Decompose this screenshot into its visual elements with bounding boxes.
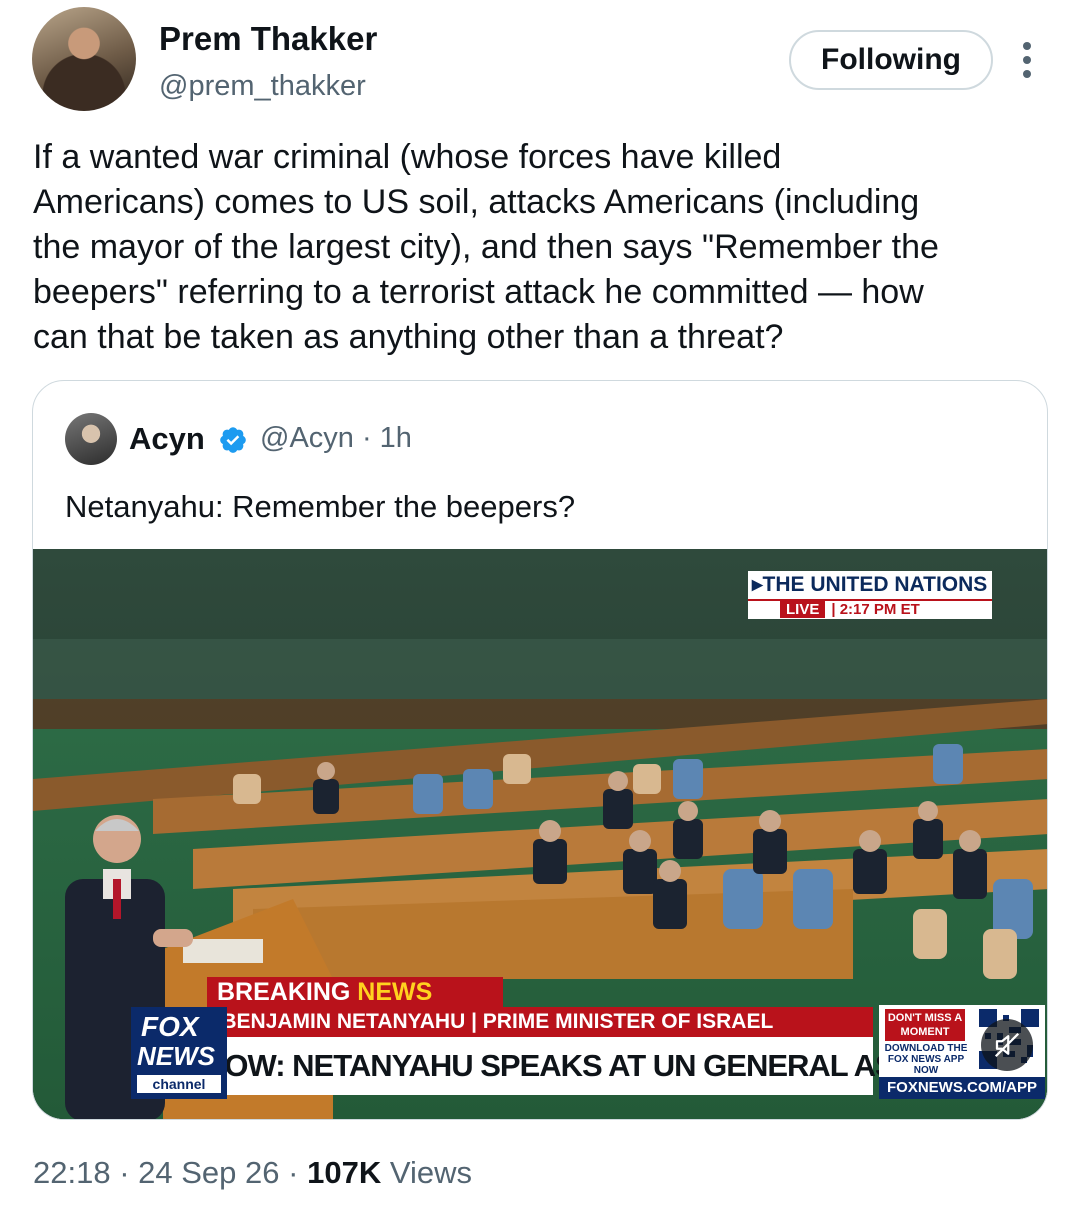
news-word: NEWS xyxy=(357,978,433,1006)
quoted-tweet-text: Netanyahu: Remember the beepers? xyxy=(65,489,576,524)
mute-toggle-button[interactable] xyxy=(981,1019,1033,1071)
meta-separator: · xyxy=(119,1155,130,1190)
tweet-time[interactable]: 22:18 xyxy=(33,1155,111,1190)
quoted-tweet-card[interactable]: Acyn @Acyn · 1h Netanyahu: Remember the … xyxy=(32,380,1048,1120)
live-label: LIVE xyxy=(780,601,826,618)
muted-speaker-icon xyxy=(994,1032,1020,1058)
promo-url: FOXNEWS.COM/APP xyxy=(879,1077,1045,1099)
quoted-author-name[interactable]: Acyn xyxy=(129,421,205,457)
promo-download: DOWNLOAD THE FOX NEWS APP NOW xyxy=(884,1043,968,1076)
un-live-time: LIVE | 2:17 PM ET xyxy=(748,599,992,619)
breaking-word: BREAKING xyxy=(217,978,351,1006)
author-name[interactable]: Prem Thakker xyxy=(159,20,377,58)
promo-tagline: DON'T MISS A MOMENT xyxy=(885,1009,965,1041)
author-handle[interactable]: @prem_thakker xyxy=(159,70,366,103)
quoted-author-handle[interactable]: @Acyn · 1h xyxy=(260,422,412,455)
tweet-date[interactable]: 24 Sep 26 xyxy=(138,1155,279,1190)
verified-badge-icon xyxy=(220,427,246,453)
views-count[interactable]: 107K xyxy=(307,1155,381,1190)
speaker-subtitle: ▸ BENJAMIN NETANYAHU | PRIME MINISTER OF… xyxy=(193,1007,873,1037)
un-live-banner: ▸THE UNITED NATIONS LIVE | 2:17 PM ET xyxy=(748,571,992,619)
meta-separator: · xyxy=(288,1155,299,1190)
fox-logo-line3: channel xyxy=(137,1075,221,1093)
author-avatar[interactable] xyxy=(32,7,136,111)
news-lower-third: BREAKING NEWS ▸ BENJAMIN NETANYAHU | PRI… xyxy=(81,969,1045,1119)
news-headline: NOW: NETANYAHU SPEAKS AT UN GENERAL ASSE… xyxy=(193,1037,1016,1095)
more-options-icon[interactable] xyxy=(1013,42,1041,82)
fox-logo-line1: FOX xyxy=(141,1011,199,1042)
tweet-meta: 22:18 · 24 Sep 26 · 107K Views xyxy=(33,1155,472,1191)
tweet-text: If a wanted war criminal (whose forces h… xyxy=(33,138,939,356)
live-time: | 2:17 PM ET xyxy=(831,601,920,618)
breaking-news-label: BREAKING NEWS xyxy=(207,977,503,1007)
video-player[interactable]: ▸THE UNITED NATIONS LIVE | 2:17 PM ET BRE… xyxy=(33,549,1047,1119)
fox-news-logo: FOX NEWS channel xyxy=(131,1007,227,1099)
views-label: Views xyxy=(389,1155,472,1190)
un-banner-title: ▸THE UNITED NATIONS xyxy=(748,571,992,599)
quoted-author-avatar[interactable] xyxy=(65,413,117,465)
following-button[interactable]: Following xyxy=(789,30,993,90)
fox-logo-line2: NEWS xyxy=(137,1041,215,1071)
